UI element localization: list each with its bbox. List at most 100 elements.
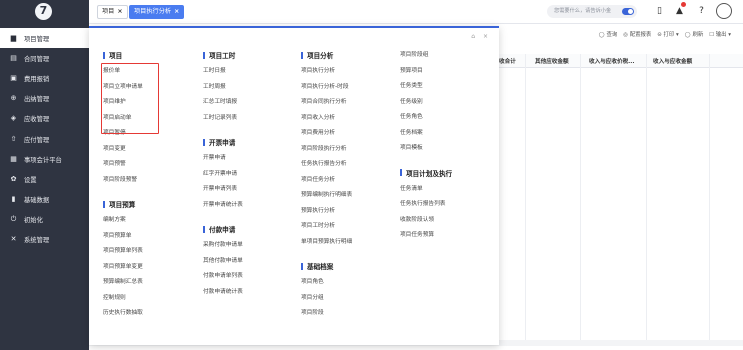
menu-item[interactable]: 项目预警	[103, 157, 143, 173]
menu-section-title: 付款申请	[203, 222, 243, 236]
menu-item[interactable]: 开票申请列表	[203, 182, 243, 198]
tab-label: 项目执行分析	[134, 8, 172, 15]
toolbar-button[interactable]: ◎ 配置报表	[623, 30, 651, 38]
menu-item[interactable]: 编制方案	[103, 213, 143, 229]
toolbar-button[interactable]: ◯ 查询	[599, 30, 618, 38]
menu-item[interactable]: 其他付款申请单	[203, 254, 243, 270]
sidebar-item[interactable]: ▆ 项目管理	[0, 28, 89, 49]
column-header[interactable]: 收合计	[499, 57, 516, 65]
app-logo[interactable]	[35, 3, 52, 20]
menu-item[interactable]: 项目阶段	[301, 306, 352, 322]
tab-project-execution-analysis[interactable]: 项目执行分析 ×	[129, 5, 185, 19]
menu-item[interactable]: 开票申请	[203, 151, 243, 167]
menu-item[interactable]: 项目变更	[103, 142, 143, 158]
sidebar-item[interactable]: ▣ 费用报销	[0, 68, 89, 88]
column-header[interactable]: 其他应收金额	[535, 57, 569, 65]
menu-item[interactable]: 项目预算单列表	[103, 244, 143, 260]
sidebar-item-label: 项目管理	[24, 35, 50, 43]
receivable-icon: ◈	[10, 114, 17, 123]
toolbar-button[interactable]: ◯ 刷新	[685, 30, 704, 38]
sidebar-item[interactable]: ▤ 合同管理	[0, 48, 89, 68]
menu-item[interactable]: 任务执行报告列表	[400, 197, 452, 213]
close-icon[interactable]: ×	[174, 8, 179, 15]
menu-item[interactable]: 项目任务预算	[400, 228, 452, 244]
assistant-toggle[interactable]	[622, 8, 634, 15]
menu-item[interactable]: 收款阶段认领	[400, 213, 452, 229]
menu-item[interactable]: 汇总工时填报	[203, 95, 243, 111]
help-icon[interactable]: ?	[696, 6, 707, 17]
menu-column-2: 项目工时 工时日报 工时周报 汇总工时填报 工时记录列表 开票申请 开票申请 红字开票申请 开票…	[203, 48, 243, 300]
sidebar-item[interactable]: ⊕ 出纳管理	[0, 89, 89, 109]
menu-item[interactable]: 采购付款申请单	[203, 238, 243, 254]
menu-item[interactable]: 项目角色	[301, 275, 352, 291]
menu-close-icons[interactable]: ⌂ ×	[471, 33, 491, 40]
tab-label: 项目	[102, 8, 115, 15]
toolbar-button[interactable]: ☐ 输出 ▾	[709, 30, 731, 38]
menu-item[interactable]: 控制规则	[103, 291, 143, 307]
menu-item[interactable]: 付款申请单列表	[203, 269, 243, 285]
menu-section-title: 项目分析	[301, 48, 352, 62]
menu-item[interactable]: 任务清单	[400, 182, 452, 198]
menu-item[interactable]: 项目预算单变更	[103, 260, 143, 276]
close-icon[interactable]: ×	[117, 8, 122, 15]
grid-divider	[709, 54, 710, 344]
sidebar-item[interactable]: ◈ 应收管理	[0, 109, 89, 129]
menu-item[interactable]: 项目任务分析	[301, 173, 352, 189]
sidebar-item-label: 费用报销	[24, 75, 50, 83]
menu-item[interactable]: 单项目预算执行明细	[301, 235, 352, 251]
user-avatar[interactable]	[716, 3, 732, 19]
menu-item[interactable]: 历史执行数抽取	[103, 306, 143, 322]
menu-item[interactable]: 项目阶段执行分析	[301, 142, 352, 158]
menu-item[interactable]: 预算执行分析	[301, 204, 352, 220]
menu-item[interactable]: 项目收入分析	[301, 111, 352, 127]
bell-icon[interactable]: ▲	[674, 6, 685, 17]
column-header[interactable]: 收入与应收价税...	[589, 57, 635, 65]
menu-item[interactable]: 工时记录列表	[203, 111, 243, 127]
menu-item[interactable]: 工时周报	[203, 80, 243, 96]
sidebar-item[interactable]: ⇧ 应付管理	[0, 129, 89, 149]
mobile-icon[interactable]: ▯	[654, 6, 665, 17]
menu-item[interactable]: 项目阶段组	[400, 48, 452, 64]
menu-item[interactable]: 项目预算单	[103, 229, 143, 245]
sidebar-item[interactable]: ▦ 事项会计平台	[0, 149, 89, 169]
menu-item[interactable]: 项目费用分析	[301, 126, 352, 142]
document-icon: ▤	[10, 53, 17, 62]
sidebar-item-label: 应付管理	[24, 136, 50, 144]
menu-item[interactable]: 开票申请统计表	[203, 198, 243, 214]
menu-item[interactable]: 任务类型	[400, 79, 452, 95]
menu-item[interactable]: 任务级别	[400, 95, 452, 111]
menu-item[interactable]: 项目阶段预警	[103, 173, 143, 189]
menu-item[interactable]: 付款申请统计表	[203, 285, 243, 301]
menu-item[interactable]: 任务档案	[400, 126, 452, 142]
menu-item[interactable]: 任务执行报告分析	[301, 157, 352, 173]
menu-item[interactable]: 项目合同执行分析	[301, 95, 352, 111]
column-header[interactable]: 收入与应收金额	[653, 57, 692, 65]
menu-section-title: 项目工时	[203, 48, 243, 62]
sidebar-item-label: 合同管理	[24, 55, 50, 63]
menu-item[interactable]: 项目模板	[400, 141, 452, 157]
menu-section-title: 基础档案	[301, 259, 352, 273]
sidebar-item-label: 初始化	[24, 217, 43, 225]
tab-project[interactable]: 项目 ×	[97, 5, 128, 19]
menu-item[interactable]: 项目工时分析	[301, 219, 352, 235]
cashier-icon: ⊕	[10, 94, 17, 103]
sidebar-item[interactable]: ⏻ 初始化	[0, 210, 89, 230]
menu-item[interactable]: 项目分组	[301, 291, 352, 307]
payable-icon: ⇧	[10, 134, 17, 143]
menu-item[interactable]: 红字开票申请	[203, 167, 243, 183]
menu-item[interactable]: 预算项目	[400, 64, 452, 80]
menu-item[interactable]: 预算编制汇总表	[103, 275, 143, 291]
sidebar-item[interactable]: ✿ 设置	[0, 169, 89, 189]
top-bar: 项目 × 项目执行分析 × 您需要什么，请告诉小金 ▯ ▲ ?	[89, 0, 743, 24]
sidebar-item[interactable]: ▮ 基础数据	[0, 190, 89, 210]
menu-item[interactable]: 预算编制执行明细表	[301, 188, 352, 204]
toolbar-button[interactable]: ⊝ 打印 ▾	[657, 30, 678, 38]
menu-item[interactable]: 任务角色	[400, 110, 452, 126]
menu-item[interactable]: 项目执行分析	[301, 64, 352, 80]
sidebar-item[interactable]: ✕ 系统管理	[0, 230, 89, 250]
sidebar-item-label: 应收管理	[24, 116, 50, 124]
menu-item[interactable]: 项目执行分析-时段	[301, 80, 352, 96]
menu-item[interactable]: 工时日报	[203, 64, 243, 80]
